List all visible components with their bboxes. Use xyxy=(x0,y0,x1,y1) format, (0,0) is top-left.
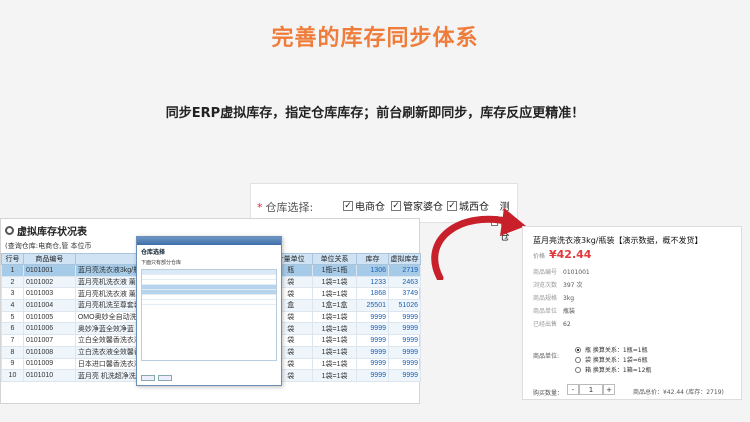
product-price: ¥42.44 xyxy=(549,248,592,261)
cell-stock: 9999 xyxy=(356,345,389,359)
cell-stock: 1233 xyxy=(356,275,389,289)
cell-no: 9 xyxy=(1,357,24,371)
detail-row: 浏览次数 397 次 xyxy=(533,282,583,289)
cell-code: 0101001 xyxy=(22,264,76,277)
unit-option-3[interactable]: 箱 换算关系：1箱=12瓶 xyxy=(575,365,651,374)
product-detail: 蓝月亮洗衣液3kg/瓶装【演示数据，概不发货】 价格 ¥42.44 商品编号 01… xyxy=(522,226,742,400)
dialog-title: 仓库选择 xyxy=(141,249,166,256)
cell-virtual: 51026 xyxy=(387,299,422,312)
col-header[interactable]: 商品编号 xyxy=(22,253,76,265)
total-price: 商品总价：¥42.44 (库存：2719) xyxy=(633,389,724,396)
price-label: 价格 xyxy=(533,253,546,260)
product-name[interactable]: 蓝月亮洗衣液3kg/瓶装【演示数据，概不发货】 xyxy=(533,235,703,246)
cell-no: 4 xyxy=(1,299,24,312)
cell-stock: 9999 xyxy=(356,310,389,324)
cell-code: 0101010 xyxy=(22,369,76,382)
cell-virtual: 3749 xyxy=(387,287,422,301)
dialog-option[interactable]: 下面只有部分仓库 xyxy=(137,258,281,267)
cell-virtual: 9999 xyxy=(387,357,422,371)
cell-virtual: 9999 xyxy=(387,369,422,382)
plus-button[interactable]: + xyxy=(603,384,615,395)
detail-row: 已经出售 62 xyxy=(533,321,571,328)
inventory-filter: (查询仓库:电商仓,管 本位币 xyxy=(5,242,92,250)
dialog-grid-row[interactable] xyxy=(142,300,276,305)
cell-relation: 1盒=1盒 xyxy=(312,299,358,312)
page-title: 完善的库存同步体系 xyxy=(271,26,479,51)
cell-stock: 25501 xyxy=(356,299,389,312)
cell-no: 3 xyxy=(1,287,24,301)
cell-no: 1 xyxy=(1,264,24,277)
col-header[interactable]: 行号 xyxy=(1,253,24,265)
cell-no: 2 xyxy=(1,275,24,289)
cell-no: 5 xyxy=(1,310,24,324)
cell-relation: 1袋=1袋 xyxy=(312,310,358,324)
warehouse-dialog: 仓库选择 下面只有部分仓库 xyxy=(136,236,282,386)
search-icon xyxy=(5,226,14,235)
cell-code: 0101007 xyxy=(22,334,76,347)
unit-option-1[interactable]: 瓶 换算关系：1瓶=1瓶 xyxy=(575,345,648,354)
col-header[interactable]: 单位关系 xyxy=(312,253,358,265)
cell-code: 0101002 xyxy=(22,275,76,289)
radio-icon[interactable] xyxy=(575,346,581,353)
cell-relation: 1袋=1袋 xyxy=(312,322,358,336)
cell-code: 0101009 xyxy=(22,357,76,371)
radio-icon[interactable] xyxy=(575,356,581,363)
cell-virtual: 9999 xyxy=(387,322,422,336)
cell-stock: 9999 xyxy=(356,369,389,382)
radio-icon[interactable] xyxy=(575,366,581,373)
checkbox-icon[interactable]: ✓ xyxy=(343,200,353,211)
cell-code: 0101008 xyxy=(22,345,76,359)
cell-code: 0101003 xyxy=(22,287,76,301)
page-subtitle: 同步ERP虚拟库存，指定仓库库存；前台刷新即同步，库存反应更精准！ xyxy=(165,106,585,121)
cell-relation: 1袋=1袋 xyxy=(312,275,358,289)
unit-label: 商品单位: xyxy=(533,353,560,360)
cell-stock: 9999 xyxy=(356,322,389,336)
dialog-grid xyxy=(141,269,277,361)
inventory-title: 虚拟库存状况表 xyxy=(5,223,87,238)
cell-no: 7 xyxy=(1,334,24,347)
qty-input[interactable]: 1 xyxy=(579,384,603,395)
cell-no: 6 xyxy=(1,322,24,336)
cell-code: 0101004 xyxy=(22,299,76,312)
detail-row: 商品编号 0101001 xyxy=(533,269,590,276)
arrow-icon xyxy=(431,208,526,280)
cell-relation: 1袋=1袋 xyxy=(312,287,358,301)
qty-stepper: - 1 + xyxy=(567,384,615,395)
cell-stock: 1306 xyxy=(356,264,389,277)
cell-no: 10 xyxy=(1,369,24,382)
col-header[interactable]: 库存 xyxy=(356,253,389,265)
cell-code: 0101005 xyxy=(22,310,76,324)
cell-relation: 1袋=1袋 xyxy=(312,345,358,359)
detail-row: 商品规格 3kg xyxy=(533,295,575,302)
cell-no: 8 xyxy=(1,345,24,359)
dialog-cancel-button[interactable] xyxy=(158,375,172,381)
cell-relation: 1瓶=1瓶 xyxy=(312,264,358,277)
cell-virtual: 9999 xyxy=(387,334,422,347)
cell-virtual: 9999 xyxy=(387,345,422,359)
dialog-ok-button[interactable] xyxy=(141,375,155,381)
detail-row: 商品单位 瓶装 xyxy=(533,308,576,315)
cell-relation: 1袋=1袋 xyxy=(312,369,358,382)
minus-button[interactable]: - xyxy=(567,384,579,395)
dialog-buttons xyxy=(141,375,172,381)
cell-relation: 1袋=1袋 xyxy=(312,357,358,371)
dialog-titlebar[interactable] xyxy=(137,237,281,245)
cell-stock: 9999 xyxy=(356,334,389,347)
unit-option-2[interactable]: 袋 换算关系：1袋=6瓶 xyxy=(575,355,648,364)
qty-label: 购买数量： xyxy=(533,390,564,397)
cell-virtual: 9999 xyxy=(387,310,422,324)
cell-code: 0101006 xyxy=(22,322,76,336)
cell-stock: 9999 xyxy=(356,357,389,371)
warehouse-label: * 仓库选择: xyxy=(257,201,314,214)
cell-relation: 1袋=1袋 xyxy=(312,334,358,347)
warehouse-option-1[interactable]: ✓ 电商仓 xyxy=(343,198,385,213)
cell-stock: 1868 xyxy=(356,287,389,301)
